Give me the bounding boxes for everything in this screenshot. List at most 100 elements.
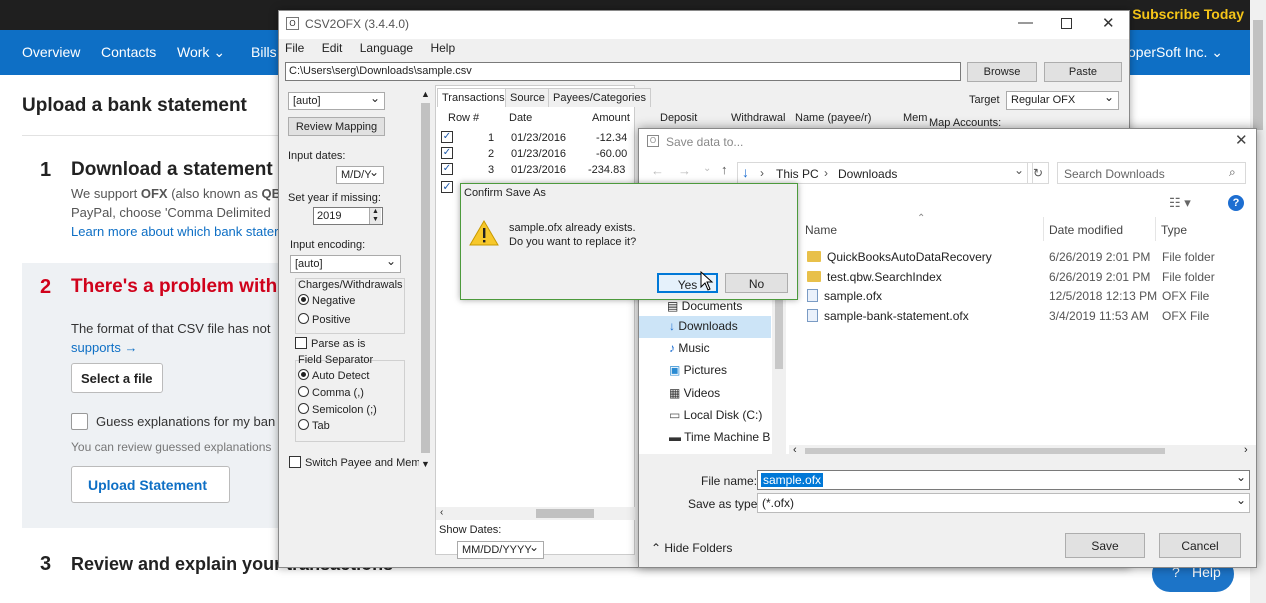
help-icon[interactable]: ? [1228, 195, 1244, 211]
back-arrow-icon[interactable]: ← [651, 163, 664, 178]
menu-edit[interactable]: Edit [322, 41, 343, 55]
file-row[interactable]: sample.ofx [807, 289, 882, 303]
view-options-icon[interactable]: ☷ ▾ [1169, 195, 1191, 211]
auto-detect-radio[interactable]: Auto Detect [298, 369, 369, 382]
scroll-thumb[interactable] [1253, 20, 1263, 130]
scroll-thumb[interactable] [421, 103, 430, 453]
comma-radio[interactable]: Comma (,) [298, 386, 364, 399]
checkbox-checked-icon[interactable]: ✓ [441, 163, 453, 175]
minimize-icon[interactable]: — [1018, 14, 1033, 31]
nav-time-machine[interactable]: ▬ Time Machine B [669, 430, 770, 444]
nav-work[interactable]: Work ⌄ [177, 44, 225, 61]
scroll-down-icon[interactable]: ▼ [421, 459, 430, 469]
breadcrumb-this-pc[interactable]: This PC [776, 167, 819, 181]
search-input[interactable]: Search Downloads [1057, 162, 1246, 184]
encoding-select[interactable]: [auto] [290, 254, 401, 273]
year-spinner[interactable]: ▲ ▼ [369, 208, 381, 224]
filename-input[interactable]: sample.ofx ⌄ [757, 470, 1250, 490]
file-row[interactable]: test.qbw.SearchIndex [807, 270, 942, 284]
menu-help[interactable]: Help [430, 41, 455, 55]
checkbox-checked-icon[interactable]: ✓ [441, 147, 453, 159]
file-row[interactable]: sample-bank-statement.ofx [807, 309, 969, 323]
nav-overview[interactable]: Overview [22, 44, 80, 60]
file-row[interactable]: QuickBooksAutoDataRecovery [807, 250, 992, 264]
column-date[interactable]: Date [509, 112, 532, 124]
negative-radio[interactable]: Negative [298, 294, 355, 307]
date-format-select[interactable]: M/D/Y [336, 165, 384, 184]
scroll-up-icon[interactable]: ▲ [421, 89, 430, 99]
column-name[interactable]: Name (payee/r) [795, 112, 871, 124]
table-row[interactable]: ✓ [441, 179, 457, 193]
maximize-icon[interactable] [1061, 18, 1072, 29]
column-row[interactable]: Row # [448, 112, 479, 124]
show-dates-label: Show Dates: [439, 524, 502, 536]
save-button[interactable]: Save [1065, 533, 1145, 558]
refresh-icon[interactable]: ↻ [1027, 162, 1049, 184]
nav-local-disk[interactable]: ▭ Local Disk (C:) [669, 408, 762, 422]
guess-checkbox[interactable] [71, 413, 88, 430]
close-icon[interactable]: ✕ [1235, 131, 1248, 149]
tab-payees[interactable]: Payees/Categories [548, 88, 651, 107]
nav-pictures[interactable]: ▣ Pictures [669, 363, 727, 377]
positive-radio[interactable]: Positive [298, 313, 351, 326]
paste-button[interactable]: Paste [1044, 62, 1122, 82]
menu-file[interactable]: File [285, 41, 304, 55]
grid-hscrollbar[interactable]: ‹ [436, 507, 636, 520]
no-button[interactable]: No [725, 273, 788, 293]
browse-button[interactable]: Browse [967, 62, 1037, 82]
column-name[interactable]: Name [805, 223, 837, 237]
breadcrumb-downloads[interactable]: Downloads [838, 167, 897, 181]
file-path-input[interactable]: C:\Users\serg\Downloads\sample.csv [285, 62, 961, 81]
up-arrow-icon[interactable]: ↑ [721, 162, 728, 177]
menu-language[interactable]: Language [360, 41, 413, 55]
chevron-down-icon[interactable]: ⌄ [703, 163, 711, 174]
company-menu[interactable]: operSoft Inc. ⌄ [1128, 44, 1223, 61]
table-row[interactable]: ✓ 2 01/23/2016 -60.00 [441, 147, 641, 163]
address-bar[interactable]: ↓ › This PC › Downloads ⌄ [737, 162, 1033, 184]
chevron-down-icon[interactable]: ⌄ [1236, 470, 1246, 484]
settings-scrollbar[interactable]: ▲ ▼ [419, 89, 432, 474]
subscribe-link[interactable]: Subscribe Today [1132, 6, 1244, 22]
supports-link[interactable]: supports → [71, 340, 137, 355]
scroll-thumb[interactable] [536, 509, 594, 518]
table-row[interactable]: ✓ 1 01/23/2016 -12.34 [441, 131, 641, 147]
tab-source[interactable]: Source [505, 88, 550, 107]
save-as-type-select[interactable]: (*.ofx) ⌄ [757, 493, 1250, 513]
nav-music[interactable]: ♪ Music [669, 341, 710, 355]
nav-documents[interactable]: ▤ Documents [667, 299, 742, 313]
checkbox-checked-icon[interactable]: ✓ [441, 131, 453, 143]
switch-payee-checkbox[interactable]: Switch Payee and Memo [289, 456, 427, 469]
confirm-title: Confirm Save As [464, 187, 546, 199]
column-withdrawal[interactable]: Withdrawal [731, 112, 785, 124]
cancel-button[interactable]: Cancel [1159, 533, 1241, 558]
upload-statement-button[interactable]: Upload Statement [71, 466, 230, 503]
close-icon[interactable]: ✕ [1102, 14, 1115, 32]
nav-downloads[interactable]: ↓ Downloads [669, 319, 738, 333]
review-mapping-button[interactable]: Review Mapping [288, 117, 385, 136]
nav-contacts[interactable]: Contacts [101, 44, 156, 60]
select-file-button[interactable]: Select a file [71, 363, 163, 393]
column-type[interactable]: Type [1161, 223, 1187, 237]
scroll-left-icon[interactable]: ‹ [440, 507, 443, 518]
hide-folders-toggle[interactable]: ⌃ Hide Folders [651, 541, 732, 555]
show-dates-select[interactable]: MM/DD/YYYY [457, 540, 544, 559]
chevron-up-icon: ⌃ [651, 541, 665, 555]
target-select[interactable]: Regular OFX [1006, 90, 1119, 110]
checkbox-checked-icon[interactable]: ✓ [441, 181, 453, 193]
column-deposit[interactable]: Deposit [660, 112, 697, 124]
semicolon-radio[interactable]: Semicolon (;) [298, 403, 377, 416]
tab-radio[interactable]: Tab [298, 419, 330, 432]
chevron-down-icon[interactable]: ⌄ [1014, 163, 1024, 177]
mapping-select[interactable]: [auto] [288, 91, 385, 110]
tab-transactions[interactable]: Transactions [437, 88, 510, 107]
table-row[interactable]: ✓ 3 01/23/2016 -234.83 [441, 163, 641, 179]
column-memo[interactable]: Mem [903, 112, 927, 124]
forward-arrow-icon[interactable]: → [678, 163, 691, 178]
nav-bills[interactable]: Bills [251, 44, 277, 60]
column-amount[interactable]: Amount [592, 112, 630, 124]
learn-more-link[interactable]: Learn more about which bank stater [71, 224, 278, 239]
parse-as-is-checkbox[interactable]: Parse as is [295, 337, 365, 350]
app-titlebar: O CSV2OFX (3.4.4.0) — ✕ [279, 11, 1129, 39]
column-date-modified[interactable]: Date modified [1049, 223, 1123, 237]
nav-videos[interactable]: ▦ Videos [669, 386, 720, 400]
